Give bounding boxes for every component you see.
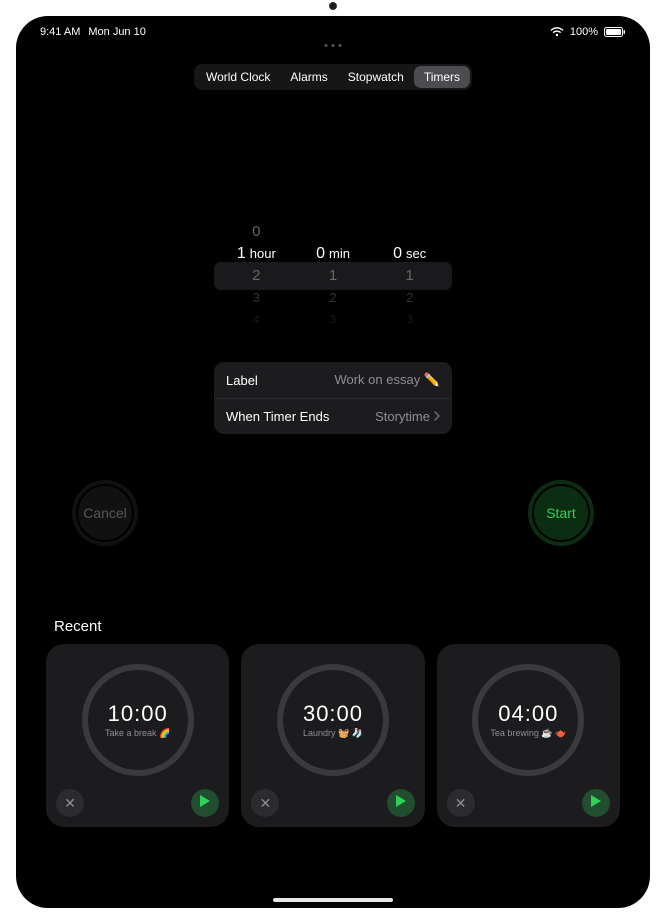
timer-dial: 10:00 Take a break 🌈 bbox=[82, 664, 194, 776]
duration-picker[interactable]: 0 1 hour 2 3 4 0 min 1 2 bbox=[218, 216, 448, 336]
delete-recent-button[interactable]: ✕ bbox=[56, 789, 84, 817]
play-icon bbox=[396, 794, 406, 812]
picker-hours[interactable]: 0 1 hour 2 3 4 bbox=[218, 216, 295, 336]
play-recent-button[interactable] bbox=[191, 789, 219, 817]
recent-timer-label: Take a break 🌈 bbox=[101, 729, 174, 739]
picker-minutes[interactable]: 0 min 1 2 3 bbox=[295, 216, 372, 336]
picker-hours-option: 0 bbox=[252, 223, 260, 241]
picker-seconds-option: 2 bbox=[406, 289, 413, 307]
picker-seconds[interactable]: 0 sec 1 2 3 bbox=[371, 216, 448, 336]
chevron-right-icon bbox=[434, 409, 440, 424]
picker-minutes-option: 3 bbox=[330, 311, 336, 329]
picker-seconds-option: 1 bbox=[406, 267, 414, 285]
recent-timer-card[interactable]: 30:00 Laundry 🧺 🧦 ✕ bbox=[241, 644, 424, 827]
close-icon: ✕ bbox=[259, 795, 271, 812]
mode-tabs: World Clock Alarms Stopwatch Timers bbox=[194, 64, 472, 90]
when-timer-ends-row[interactable]: When Timer Ends Storytime bbox=[214, 398, 452, 434]
recent-timer-card[interactable]: 10:00 Take a break 🌈 ✕ bbox=[46, 644, 229, 827]
picker-minutes-option: 2 bbox=[329, 289, 336, 307]
picker-seconds-selected: 0 bbox=[393, 245, 402, 263]
delete-recent-button[interactable]: ✕ bbox=[251, 789, 279, 817]
recent-timer-time: 30:00 bbox=[303, 701, 363, 727]
tab-stopwatch[interactable]: Stopwatch bbox=[338, 66, 414, 88]
picker-hours-option: 2 bbox=[252, 267, 260, 285]
status-bar: 9:41 AM Mon Jun 10 100% bbox=[16, 16, 650, 40]
recent-timers-row: 10:00 Take a break 🌈 ✕ 30:00 Laundry 🧺 🧦 bbox=[46, 644, 620, 827]
screen: 9:41 AM Mon Jun 10 100% World Clock Alar… bbox=[16, 16, 650, 908]
timer-settings: Label Work on essay ✏️ When Timer Ends S… bbox=[214, 362, 452, 434]
play-icon bbox=[200, 794, 210, 812]
multitask-dots-icon[interactable] bbox=[325, 44, 342, 47]
recent-timer-label: Laundry 🧺 🧦 bbox=[299, 729, 367, 739]
recent-timer-time: 10:00 bbox=[108, 701, 168, 727]
play-icon bbox=[591, 794, 601, 812]
when-timer-ends-value: Storytime bbox=[375, 409, 430, 424]
picker-hours-unit: hour bbox=[250, 245, 276, 263]
start-button[interactable]: Start bbox=[528, 480, 594, 546]
tab-alarms[interactable]: Alarms bbox=[280, 66, 337, 88]
picker-hours-option: 4 bbox=[253, 311, 259, 329]
tab-world-clock[interactable]: World Clock bbox=[196, 66, 280, 88]
picker-minutes-unit: min bbox=[329, 245, 350, 263]
picker-seconds-unit: sec bbox=[406, 245, 426, 263]
status-time: 9:41 AM bbox=[40, 26, 80, 38]
home-indicator[interactable] bbox=[273, 898, 393, 902]
picker-minutes-selected: 0 bbox=[316, 245, 325, 263]
timer-label-title: Label bbox=[226, 373, 258, 388]
camera-dot bbox=[330, 3, 336, 9]
wifi-icon bbox=[550, 27, 564, 37]
tab-timers[interactable]: Timers bbox=[414, 66, 470, 88]
cancel-button[interactable]: Cancel bbox=[72, 480, 138, 546]
recent-timer-card[interactable]: 04:00 Tea brewing ☕️ 🫖 ✕ bbox=[437, 644, 620, 827]
recent-timer-time: 04:00 bbox=[498, 701, 558, 727]
recent-timer-label: Tea brewing ☕️ 🫖 bbox=[486, 729, 570, 739]
picker-minutes-option: 1 bbox=[329, 267, 337, 285]
when-timer-ends-title: When Timer Ends bbox=[226, 409, 329, 424]
timer-label-row[interactable]: Label Work on essay ✏️ bbox=[214, 362, 452, 398]
ipad-frame: 9:41 AM Mon Jun 10 100% World Clock Alar… bbox=[0, 0, 666, 924]
play-recent-button[interactable] bbox=[387, 789, 415, 817]
close-icon: ✕ bbox=[64, 795, 76, 812]
timer-dial: 30:00 Laundry 🧺 🧦 bbox=[277, 664, 389, 776]
timer-dial: 04:00 Tea brewing ☕️ 🫖 bbox=[472, 664, 584, 776]
recent-heading: Recent bbox=[54, 618, 102, 635]
picker-hours-option: 3 bbox=[253, 289, 260, 307]
status-date: Mon Jun 10 bbox=[88, 26, 145, 38]
play-recent-button[interactable] bbox=[582, 789, 610, 817]
battery-percentage: 100% bbox=[570, 26, 598, 38]
picker-seconds-option: 3 bbox=[407, 311, 413, 329]
timer-label-value: Work on essay ✏️ bbox=[334, 372, 440, 388]
delete-recent-button[interactable]: ✕ bbox=[447, 789, 475, 817]
battery-icon bbox=[604, 27, 626, 37]
close-icon: ✕ bbox=[455, 795, 467, 812]
picker-hours-selected: 1 bbox=[237, 245, 246, 263]
